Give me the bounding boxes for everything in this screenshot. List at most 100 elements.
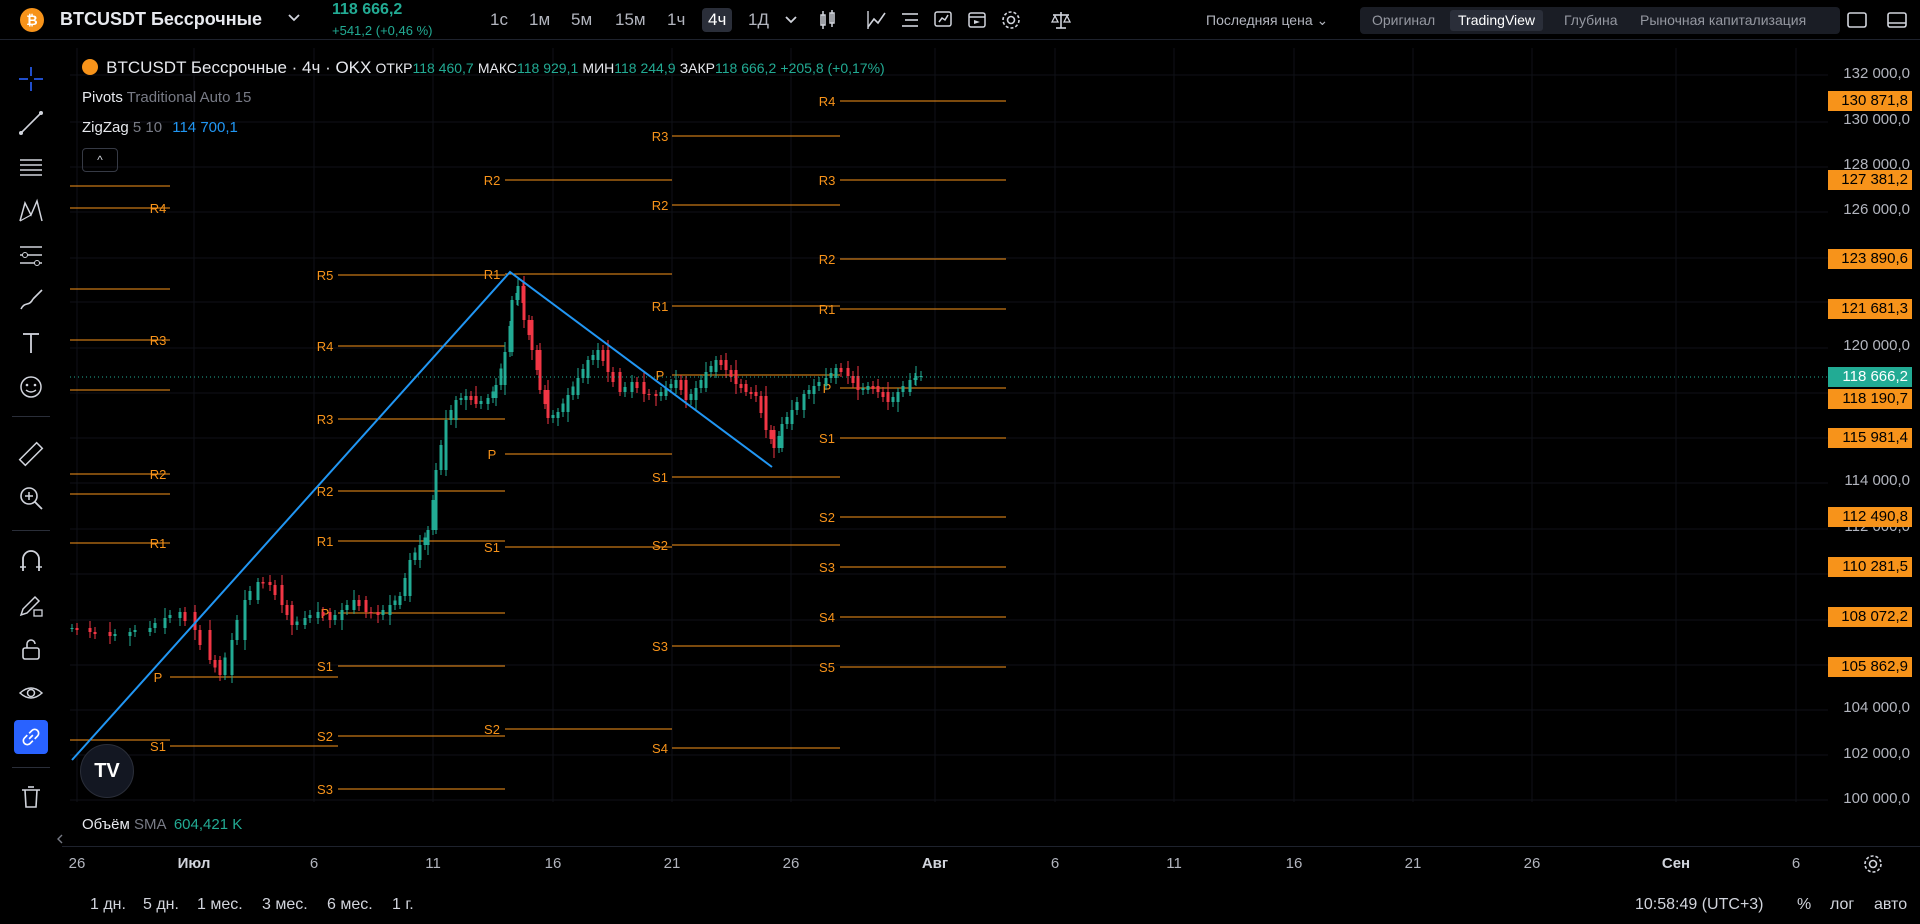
candle-body [328,612,332,620]
candle-body [393,600,397,605]
pivot-label: R3 [150,333,167,348]
candle-body [388,605,392,615]
candle-body [901,386,905,392]
log-toggle[interactable]: лог [1830,896,1854,914]
candle-body [261,582,265,584]
candle-body [333,615,337,620]
candle-body [183,612,187,621]
candle-body [431,500,435,530]
pivot-label: R1 [819,302,836,317]
range-5d[interactable]: 5 дн. [143,896,179,914]
time-axis[interactable]: 26 Июл 6 11 16 21 26 Авг 6 11 16 21 26 С… [62,846,1920,880]
legend-change: +205,8 (+0,17%) [780,60,885,76]
candle-body [744,384,748,392]
candle-body [280,585,284,605]
candle-body [795,402,799,410]
pivot-price-tag: 118 190,7 [1828,389,1912,409]
time-axis-label: 26 [68,855,86,872]
price-axis-label: 120 000,0 [1843,337,1910,354]
legend-close-label: ЗАКР [679,60,715,76]
pivot-price-tag: 123 890,6 [1828,249,1912,269]
candle-body [635,382,639,388]
legend-collapse-button[interactable]: ^ [82,148,118,172]
pivot-price-tag: 115 981,4 [1828,428,1912,448]
candle-body [861,388,865,390]
time-axis-label: 11 [1166,855,1182,872]
candle-body [308,615,312,618]
candle-body [546,390,550,418]
trading-app: ₿ BTCUSDT Бессрочные 118 666,2 +541,2 (+… [0,0,1920,924]
pivot-label: R2 [484,173,501,188]
pivot-label: R4 [819,94,836,109]
legend-high-label: МАКС [477,60,517,76]
candle-body [413,552,417,560]
legend-main: BTCUSDT Бессрочные · 4ч · OKX ОТКР118 46… [82,58,885,78]
candle-body [684,380,688,400]
candle-body [871,386,875,389]
pivot-label: R5 [317,268,334,283]
candle-body [398,596,402,605]
candle-body [426,530,430,545]
candle-body [790,410,794,424]
candle-body [148,628,152,632]
candle-body [108,632,112,636]
range-6m[interactable]: 6 мес. [327,896,373,914]
candle-body [459,398,463,400]
clock-timezone[interactable]: 10:58:49 (UTC+3) [1635,896,1764,914]
candle-body [527,320,531,335]
candle-body [719,360,723,365]
price-chart[interactable]: R4R3R2R1PS1R5R4R3R2R1PS1S2S3R2R1PS1S2R3R… [0,0,1920,924]
legend-pivots[interactable]: Pivots Traditional Auto 15 [82,89,251,106]
candle-body [769,430,773,439]
candle-body [218,660,222,675]
last-price-tag: 118 666,2 [1828,367,1912,387]
candle-body [606,350,610,372]
candle-body [561,403,565,412]
legend-bitcoin-icon [82,59,98,75]
price-axis-label: 104 000,0 [1843,699,1910,716]
zigzag-params: 5 10 [132,119,163,136]
candle-body [403,578,407,596]
candle-body [93,632,97,634]
range-1d[interactable]: 1 дн. [90,896,126,914]
candle-body [474,396,478,404]
candle-body [729,370,733,377]
candle-body [510,300,514,352]
volume-sma-label: SMA [133,816,166,833]
price-axis-label: 114 000,0 [1844,472,1910,489]
tradingview-logo[interactable]: TV [80,744,134,798]
candle-body [777,436,781,448]
legend-symbol[interactable]: BTCUSDT Бессрочные · 4ч · OKX [106,58,371,77]
price-axis-label: 132 000,0 [1843,65,1910,82]
candle-body [163,618,167,628]
range-3m[interactable]: 3 мес. [262,896,308,914]
candle-body [88,628,92,632]
legend-zigzag[interactable]: ZigZag 5 10 114 700,1 [82,119,238,136]
pivot-label: R3 [819,173,836,188]
candle-body [674,380,678,388]
legend-low: 118 244,9 [614,60,676,76]
candle-body [364,600,368,612]
range-1m[interactable]: 1 мес. [197,896,243,914]
pivot-label: R1 [150,536,167,551]
candle-body [381,610,385,615]
auto-toggle[interactable]: авто [1874,896,1907,914]
candle-body [896,392,900,402]
candle-body [817,382,821,386]
candle-body [908,380,912,392]
pivot-label: R4 [317,339,334,354]
pivot-label: R3 [652,129,669,144]
candle-body [230,640,234,675]
candle-body [581,369,585,378]
candle-body [802,394,806,410]
candle-body [812,386,816,394]
chart-grid [70,48,1828,802]
candle-body [543,390,547,404]
range-1y[interactable]: 1 г. [392,896,414,914]
volume-legend[interactable]: Объём SMA 604,421 K [82,816,242,833]
candle-body [491,391,495,398]
pivot-label: S3 [652,639,668,654]
chart-settings-gear-icon[interactable] [1862,853,1884,878]
candle-body [486,398,490,404]
percent-toggle[interactable]: % [1797,896,1811,914]
